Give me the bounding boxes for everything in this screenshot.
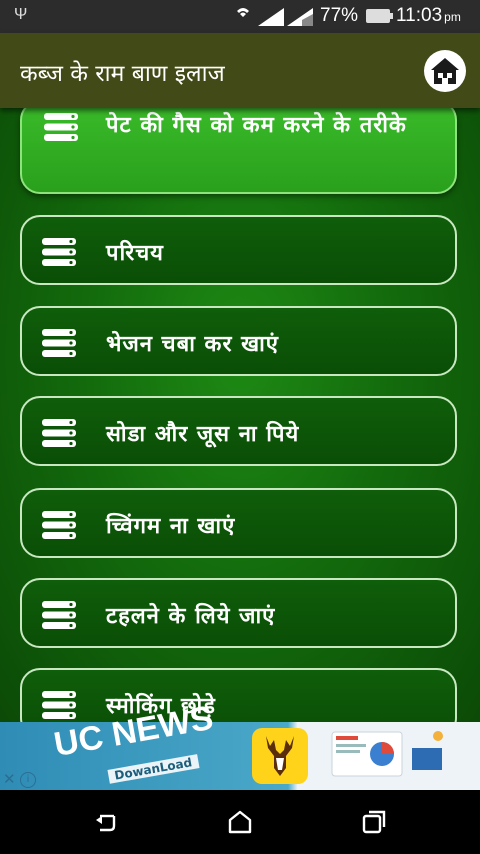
menu-item-soda-juice[interactable]: सोडा और जूस ना पिये bbox=[20, 396, 457, 466]
back-icon[interactable] bbox=[92, 808, 120, 836]
battery-percent: 77% bbox=[320, 5, 359, 26]
recents-icon[interactable] bbox=[360, 808, 388, 836]
clock: 11:03 pm bbox=[396, 5, 461, 26]
menu-item-walk[interactable]: टहलने के लिये जाएं bbox=[20, 578, 457, 648]
list-icon bbox=[42, 691, 76, 719]
list-icon bbox=[42, 329, 76, 357]
ad-graphic-icon bbox=[331, 731, 443, 777]
menu-item-label: च्विंगम ना खाएं bbox=[106, 514, 236, 539]
status-bar: Ψ 77% 11:03 pm bbox=[0, 0, 480, 33]
menu-item-chew-food[interactable]: भेजन चबा कर खाएं bbox=[20, 306, 457, 376]
list-icon bbox=[42, 419, 76, 447]
battery-icon bbox=[366, 9, 393, 23]
menu-item-label: सोडा और जूस ना पिये bbox=[106, 422, 300, 447]
menu-item-gas[interactable]: पेट की गैस को कम करने के तरीके bbox=[20, 108, 457, 194]
menu-item-label: पेट की गैस को कम करने के तरीके bbox=[106, 113, 407, 138]
home-nav-icon[interactable] bbox=[226, 808, 254, 836]
close-icon[interactable]: ✕ bbox=[3, 770, 16, 788]
deer-logo-icon bbox=[252, 728, 308, 784]
app-bar: कब्ज के राम बाण इलाज bbox=[0, 33, 480, 108]
menu-item-label: भेजन चबा कर खाएं bbox=[106, 332, 279, 357]
home-button[interactable] bbox=[424, 50, 466, 92]
menu-item-label: परिचय bbox=[106, 241, 164, 266]
app-title: कब्ज के राम बाण इलाज bbox=[20, 61, 225, 87]
ad-banner[interactable]: ✕ i UC NEWS DowanLoad bbox=[0, 699, 480, 790]
signal-icon bbox=[258, 8, 284, 26]
menu-item-chewing-gum[interactable]: च्विंगम ना खाएं bbox=[20, 488, 457, 558]
menu-list: पेट की गैस को कम करने के तरीके परिचय भेज… bbox=[0, 108, 480, 722]
list-icon bbox=[42, 511, 76, 539]
usb-icon: Ψ bbox=[14, 6, 28, 23]
ad-tagline: DowanLoad bbox=[107, 754, 200, 784]
signal-icon-2 bbox=[287, 8, 313, 26]
list-icon bbox=[42, 238, 76, 266]
list-icon bbox=[42, 601, 76, 629]
home-icon bbox=[431, 58, 459, 84]
wifi-icon bbox=[236, 4, 250, 25]
menu-item-quit-smoking[interactable]: स्मोकिंग छोड़े bbox=[20, 668, 457, 722]
menu-item-intro[interactable]: परिचय bbox=[20, 215, 457, 285]
info-icon[interactable]: i bbox=[20, 772, 36, 788]
menu-item-label: टहलने के लिये जाएं bbox=[106, 604, 276, 629]
nav-bar bbox=[0, 790, 480, 854]
